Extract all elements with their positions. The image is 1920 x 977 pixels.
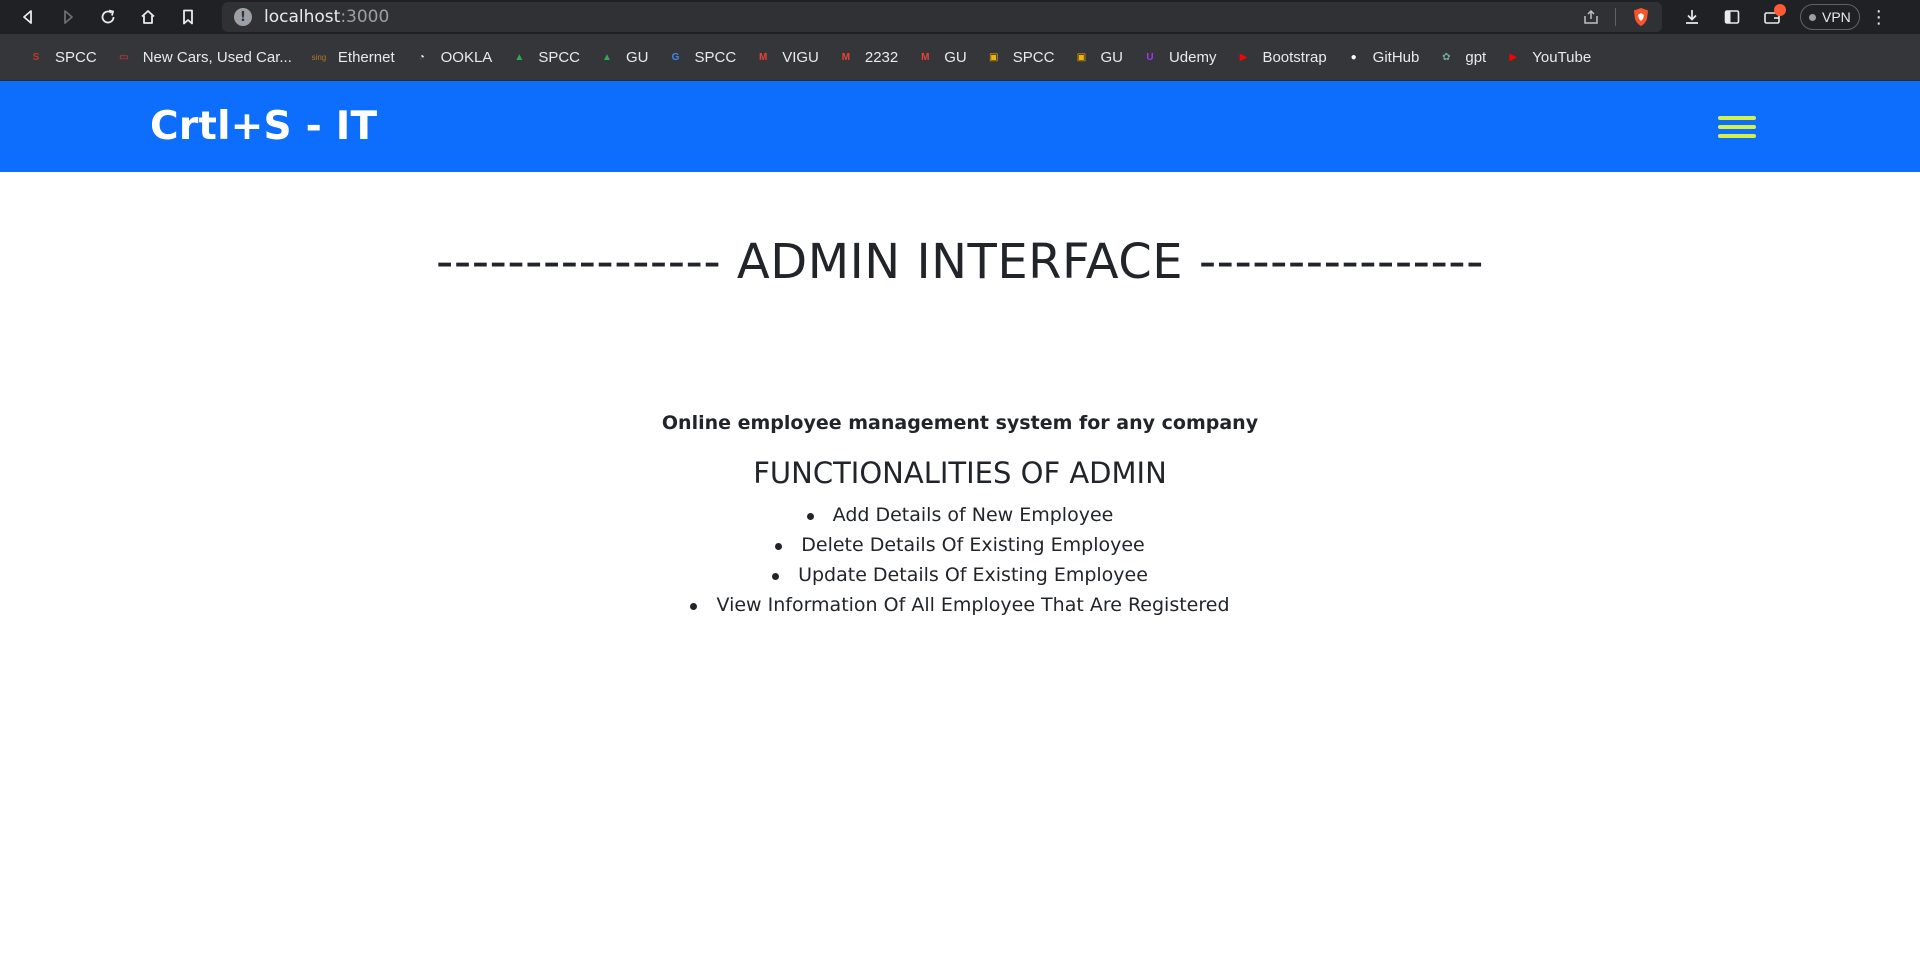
notification-badge — [1774, 4, 1786, 16]
bookmark-item[interactable]: M VIGU — [745, 43, 828, 71]
browser-menu-button[interactable]: ⋮ — [1864, 0, 1894, 34]
address-bar[interactable]: ! localhost:3000 — [222, 2, 1662, 32]
url-host: localhost — [264, 7, 341, 27]
bookmark-item[interactable]: ▭ New Cars, Used Car... — [106, 43, 301, 71]
home-button[interactable] — [128, 0, 168, 34]
bookmark-item[interactable]: sing Ethernet — [301, 43, 404, 71]
bookmark-label: SPCC — [55, 48, 97, 66]
share-icon[interactable] — [1582, 8, 1600, 31]
classroom-icon: ▣ — [1076, 51, 1087, 63]
sing-icon: sing — [311, 52, 327, 62]
vpn-label: VPN — [1822, 9, 1851, 25]
bookmark-item[interactable]: ◔ OOKLA — [404, 43, 502, 71]
brave-shields-icon[interactable] — [1630, 6, 1652, 28]
bookmark-label: New Cars, Used Car... — [142, 48, 292, 66]
spcc-logo-icon: S — [32, 51, 40, 63]
functionalities-list: Add Details of New Employee Delete Detai… — [0, 500, 1920, 620]
bookmark-label: Bootstrap — [1262, 48, 1327, 66]
bookmark-label: Ethernet — [337, 48, 395, 66]
classroom-icon: ▣ — [989, 51, 999, 63]
bookmark-item[interactable]: ▲ GU — [589, 43, 658, 71]
bookmark-item[interactable]: ✿ gpt — [1428, 43, 1495, 71]
chatgpt-icon: ✿ — [1442, 51, 1451, 63]
back-arrow-icon — [23, 10, 32, 24]
vpn-status-dot — [1809, 13, 1816, 21]
bookmark-label: SPCC — [694, 48, 737, 66]
udemy-icon: U — [1146, 51, 1154, 63]
brand-link[interactable]: Crtl+S - IT — [150, 104, 377, 149]
gmail-icon: M — [921, 51, 930, 63]
wallet-button[interactable] — [1754, 0, 1790, 34]
downloads-button[interactable] — [1674, 0, 1710, 34]
bookmark-button[interactable] — [168, 0, 208, 34]
bookmark-label: 2232 — [864, 48, 899, 66]
bookmark-label: Udemy — [1168, 48, 1217, 66]
browser-toolbar: ! localhost:3000 VPN ⋮ — [0, 0, 1920, 34]
bookmark-label: GitHub — [1372, 48, 1420, 66]
cars-icon: ▭ — [118, 51, 129, 63]
bookmark-label: SPCC — [538, 48, 580, 66]
bookmark-label: GU — [1100, 48, 1123, 66]
drive-icon: ▲ — [602, 51, 612, 63]
page-title: ---------------- ADMIN INTERFACE -------… — [436, 234, 1484, 290]
forward-arrow-icon — [64, 10, 73, 24]
speedtest-icon: ◔ — [418, 51, 425, 63]
back-button[interactable] — [8, 0, 48, 34]
functionalities-heading: FUNCTIONALITIES OF ADMIN — [753, 456, 1167, 490]
bookmark-item[interactable]: ▶ YouTube — [1495, 43, 1600, 71]
tagline: Online employee management system for an… — [661, 412, 1259, 434]
home-icon — [141, 10, 155, 24]
drive-icon: ▲ — [514, 51, 525, 63]
toolbar-actions: VPN ⋮ — [1674, 0, 1894, 34]
bookmark-label: GU — [626, 48, 649, 66]
youtube-icon: ▶ — [1509, 51, 1518, 63]
kebab-menu-icon: ⋮ — [1869, 6, 1888, 27]
github-icon: ● — [1350, 51, 1357, 63]
bookmark-item[interactable]: ▲ SPCC — [501, 43, 589, 71]
bookmark-item[interactable]: ▣ SPCC — [976, 43, 1064, 71]
main-content: ---------------- ADMIN INTERFACE -------… — [0, 234, 1920, 620]
gmail-icon: M — [841, 51, 851, 63]
list-item: View Information Of All Employee That Ar… — [690, 590, 1230, 620]
bookmark-label: GU — [944, 48, 967, 66]
bookmark-label: YouTube — [1532, 48, 1592, 66]
hamburger-line — [1718, 133, 1756, 138]
reload-icon — [101, 9, 115, 24]
bookmark-label: OOKLA — [440, 48, 493, 66]
bookmark-item[interactable]: G SPCC — [658, 43, 746, 71]
bookmark-item[interactable]: U Udemy — [1132, 43, 1226, 71]
list-item: Delete Details Of Existing Employee — [775, 530, 1145, 560]
google-icon: G — [671, 51, 680, 63]
bookmark-label: SPCC — [1012, 48, 1055, 66]
site-info-icon[interactable]: ! — [234, 8, 252, 26]
url-text: localhost:3000 — [264, 7, 389, 27]
list-item: Add Details of New Employee — [806, 500, 1113, 530]
list-item: Update Details Of Existing Employee — [772, 560, 1148, 590]
app-navbar: Crtl+S - IT — [0, 81, 1920, 172]
bookmark-item[interactable]: S SPCC — [18, 43, 106, 71]
bookmark-label: gpt — [1465, 48, 1487, 66]
bookmarks-bar: S SPCC ▭ New Cars, Used Car... sing Ethernet ◔… — [0, 34, 1920, 81]
reload-button[interactable] — [88, 0, 128, 34]
bookmark-item[interactable]: ● GitHub — [1336, 43, 1429, 71]
hamburger-line — [1718, 115, 1756, 120]
download-icon — [1686, 10, 1698, 24]
bookmark-item[interactable]: M GU — [907, 43, 976, 71]
bookmark-item[interactable]: ▶ Bootstrap — [1225, 43, 1335, 71]
bookmark-item[interactable]: ▣ GU — [1063, 43, 1132, 71]
youtube-icon: ▶ — [1239, 51, 1248, 63]
sidebar-button[interactable] — [1714, 0, 1750, 34]
bookmark-icon — [183, 9, 193, 25]
vpn-button[interactable]: VPN — [1800, 4, 1860, 30]
bookmark-item[interactable]: M 2232 — [828, 43, 907, 71]
sidebar-icon — [1724, 10, 1740, 24]
navbar-toggler-button[interactable] — [1718, 112, 1756, 142]
hamburger-line — [1718, 124, 1756, 129]
gmail-icon: M — [759, 51, 768, 63]
forward-button[interactable] — [48, 0, 88, 34]
url-port: :3000 — [340, 7, 390, 27]
bookmark-label: VIGU — [782, 48, 819, 66]
omnibox-divider — [1615, 8, 1616, 26]
